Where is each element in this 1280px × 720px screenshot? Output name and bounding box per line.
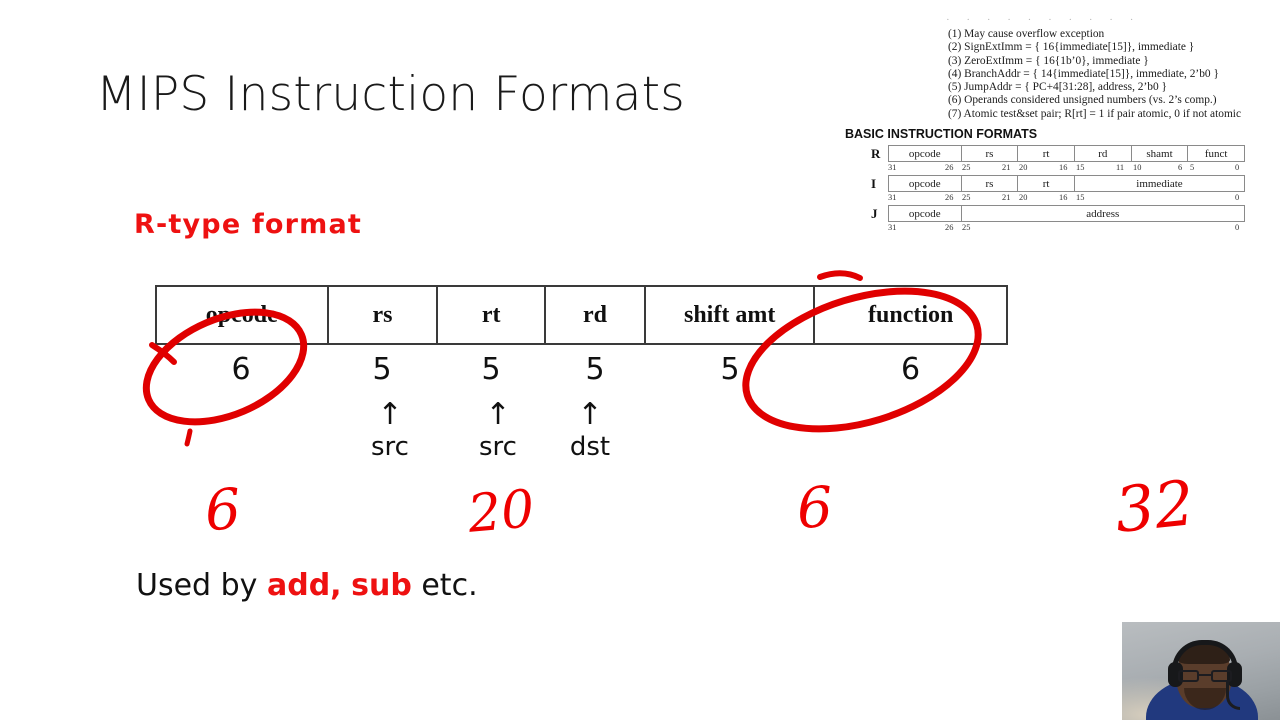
format-cell: funct [1204,147,1228,160]
format-label-j: J [871,206,878,221]
bit-label: 0 [1235,193,1240,202]
reference-note: (3) ZeroExtImm = { 16{1b’0}, immediate } [948,54,1149,67]
mips-reference-sheet: · · · · · · · · · · (1) May cause overfl… [843,6,1280,236]
reference-cut-row: · · · · · · · · · · [946,14,1141,24]
bit-label: 26 [945,193,954,202]
rtype-field-table: opcode rs rt rd shift amt function [155,285,1008,345]
bit-label: 20 [1019,163,1028,172]
webcam-video-overlay[interactable] [1122,622,1280,720]
bit-label: 16 [1059,163,1068,172]
bit-label: 15 [1076,163,1085,172]
glasses-lens-left [1178,670,1199,682]
glasses-icon [1178,670,1232,682]
bit-label: 10 [1133,163,1142,172]
bit-label: 5 [1190,163,1195,172]
field-cell-rd: rd [546,287,646,343]
instruction-add: add, [266,568,342,603]
reference-note: (2) SignExtImm = { 16{immediate[15]}, im… [948,41,1195,54]
field-cell-function: function [868,301,954,328]
bit-label: 16 [1059,193,1068,202]
format-cell: rt [1018,176,1075,191]
bit-label: 0 [1235,163,1240,172]
bit-label: 31 [888,193,897,202]
bit-label: 26 [945,163,954,172]
reference-note: (5) JumpAddr = { PC+4[31:28], address, 2… [948,81,1167,94]
format-cell: opcode [889,146,962,161]
bit-label: 31 [888,223,897,232]
handwritten-annotation-opcode-bits: 6 [202,476,243,545]
bit-label: 31 [888,163,897,172]
instruction-sub: sub [351,568,412,603]
bit-label: 25 [962,223,971,232]
format-cell: shamt [1132,146,1189,161]
bit-width-row: 6 5 5 5 5 6 [155,352,1008,396]
page-title: MIPS Instruction Formats [96,67,685,122]
format-label-i: I [871,176,877,191]
bit-width-rd: 5 [585,352,605,387]
reference-notes: (1) May cause overflow exception (2) Sig… [948,28,1241,121]
bit-label: 6 [1178,163,1183,172]
reference-section-heading: BASIC INSTRUCTION FORMATS [845,127,1038,141]
bit-label: 0 [1235,223,1240,232]
handwritten-annotation-function-bits: 6 [795,475,835,542]
bit-width-rt: 5 [481,352,501,387]
reference-note: (7) Atomic test&set pair; R[rt] = 1 if p… [948,107,1242,120]
bit-width-opcode: 6 [231,352,251,387]
reference-note: (4) BranchAddr = { 14{immediate[15]}, im… [948,67,1219,80]
format-cell: opcode [889,176,962,191]
ink-circle-function-tail [817,270,863,281]
glasses-lens-right [1211,670,1232,682]
format-cell: immediate [1136,177,1183,190]
bit-width-function: 6 [900,352,921,387]
role-marker-rt: ↑ src [468,397,528,463]
role-label-rs: src [371,432,409,462]
format-bit-labels-r: 31 26 25 21 20 16 15 11 10 6 5 0 [888,163,1245,174]
role-label-rd: dst [569,432,611,462]
format-bit-labels-j: 31 26 25 0 [888,223,1245,234]
field-cell-shift-amt: shift amt [646,287,816,343]
bit-label: 26 [945,223,954,232]
reference-note: (1) May cause overflow exception [948,28,1105,40]
format-row-j: opcode address [888,205,1245,222]
bit-label: 21 [1002,193,1011,202]
role-marker-rs: ↑ src [360,397,420,463]
bit-label: 15 [1076,193,1085,202]
field-cell-rs: rs [329,287,439,343]
handwritten-annotation-total-bits: 32 [1111,466,1198,547]
bit-label: 25 [962,193,971,202]
handwritten-annotation-register-bits: 20 [465,479,537,545]
bit-label: 21 [1002,163,1011,172]
format-row-i: opcode rs rt immediate [888,175,1245,192]
used-by-prefix: Used by [136,568,267,603]
format-cell: rt [1018,146,1075,161]
format-cell: rd [1075,146,1132,161]
up-arrow-icon: ↑ [485,397,511,432]
role-marker-rd: ↑ dst [560,397,620,463]
format-cell: rs [962,176,1019,191]
used-by-line: Used by add, sub etc. [136,568,478,603]
format-cell: rs [962,146,1019,161]
reference-note: (6) Operands considered unsigned numbers… [948,94,1217,107]
format-cell: opcode [889,206,962,221]
glasses-bridge [1199,674,1211,676]
used-by-separator [342,568,352,603]
bit-width-rs: 5 [372,352,392,387]
field-cell-opcode: opcode [157,287,329,343]
bit-label: 11 [1116,163,1125,172]
field-cell-rt: rt [438,287,547,343]
up-arrow-icon: ↑ [377,397,403,432]
bit-label: 20 [1019,193,1028,202]
up-arrow-icon: ↑ [577,397,603,432]
format-bit-labels-i: 31 26 25 21 20 16 15 0 [888,193,1245,204]
bit-label: 25 [962,163,971,172]
format-row-r: opcode rs rt rd shamt funct [888,145,1245,162]
format-label-r: R [871,146,881,161]
ink-tick-mark [184,428,193,447]
used-by-suffix: etc. [411,568,478,603]
role-label-rt: src [479,432,517,462]
rtype-format-heading: R-type format [134,209,363,240]
format-cell: address [1086,207,1120,220]
bit-width-shift-amt: 5 [720,352,740,387]
